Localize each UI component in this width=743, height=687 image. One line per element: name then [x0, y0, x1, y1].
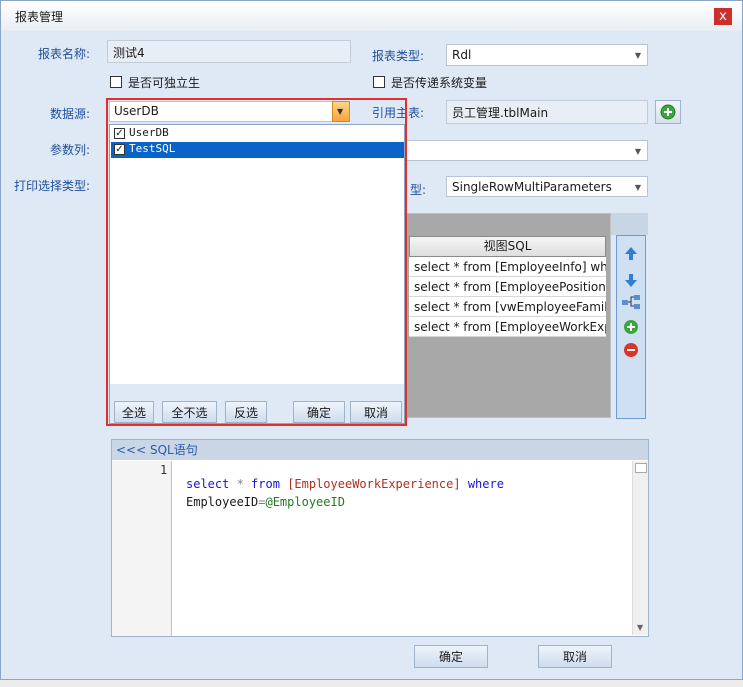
main-table-input[interactable]: 员工管理.tblMain [446, 100, 648, 124]
move-down-icon[interactable] [617, 270, 645, 290]
gutter-divider [171, 461, 172, 636]
line-number: 1 [160, 463, 168, 477]
sql-keyword: where [467, 477, 504, 491]
report-name-input[interactable]: 测试4 [107, 40, 351, 63]
remove-icon[interactable] [617, 340, 645, 360]
scroll-down-icon[interactable]: ▼ [637, 623, 643, 632]
close-button[interactable]: x [714, 8, 732, 25]
pass-sysvar-checkbox[interactable] [373, 76, 385, 88]
table-row[interactable]: select * from [EmployeePositionC [409, 277, 606, 297]
report-type-value: Rdl [452, 48, 472, 62]
table-row[interactable]: select * from [EmployeeWorkExp [409, 317, 606, 337]
add-icon[interactable] [617, 317, 645, 337]
line-number-gutter [112, 461, 172, 636]
report-name-label: 报表名称: [38, 47, 91, 61]
print-type-label: 打印选择类型: [14, 179, 91, 193]
hierarchy-icon[interactable] [617, 292, 645, 312]
scroll-up-icon[interactable] [635, 463, 647, 473]
highlight-box [106, 98, 407, 426]
sql-panel-header[interactable]: <<< SQL语句 [112, 440, 648, 460]
chevron-down-icon: ▼ [634, 147, 641, 156]
sql-scrollbar[interactable]: ▼ [632, 461, 648, 635]
param-column-label: 参数列: [50, 143, 91, 157]
cancel-button[interactable]: 取消 [538, 645, 612, 668]
datasource-label: 数据源: [50, 107, 91, 121]
print-type-suffix-label: 型: [410, 183, 427, 197]
add-main-table-button[interactable] [655, 100, 681, 124]
move-up-icon[interactable] [617, 244, 645, 264]
independent-checkbox-label: 是否可独立生 [128, 76, 201, 90]
print-type-value: SingleRowMultiParameters [452, 180, 612, 194]
sql-field: EmployeeID [186, 495, 259, 509]
sql-code-line-2[interactable]: EmployeeID=@EmployeeID [186, 481, 345, 509]
table-row[interactable]: select * from [vwEmployeeFamily [409, 297, 606, 317]
chevron-down-icon: ▼ [634, 51, 641, 60]
pass-sysvar-checkbox-label: 是否传递系统变量 [391, 76, 488, 90]
grid-side-toolbar [616, 235, 646, 419]
report-type-select[interactable]: Rdl ▼ [446, 44, 648, 66]
grid-column-header[interactable]: 视图SQL [409, 236, 606, 257]
table-row[interactable]: select * from [EmployeeInfo] whe [409, 257, 606, 277]
sql-parameter: @EmployeeID [265, 495, 345, 509]
independent-checkbox[interactable] [110, 76, 122, 88]
ok-button[interactable]: 确定 [414, 645, 488, 668]
report-type-label: 报表类型: [372, 49, 425, 63]
title-bar [1, 1, 742, 31]
plus-circle-icon [660, 104, 676, 120]
param-column-select[interactable]: ▼ [406, 140, 648, 161]
chevron-down-icon: ▼ [634, 183, 641, 192]
print-type-select[interactable]: SingleRowMultiParameters ▼ [446, 176, 648, 197]
window-title: 报表管理 [15, 10, 64, 24]
